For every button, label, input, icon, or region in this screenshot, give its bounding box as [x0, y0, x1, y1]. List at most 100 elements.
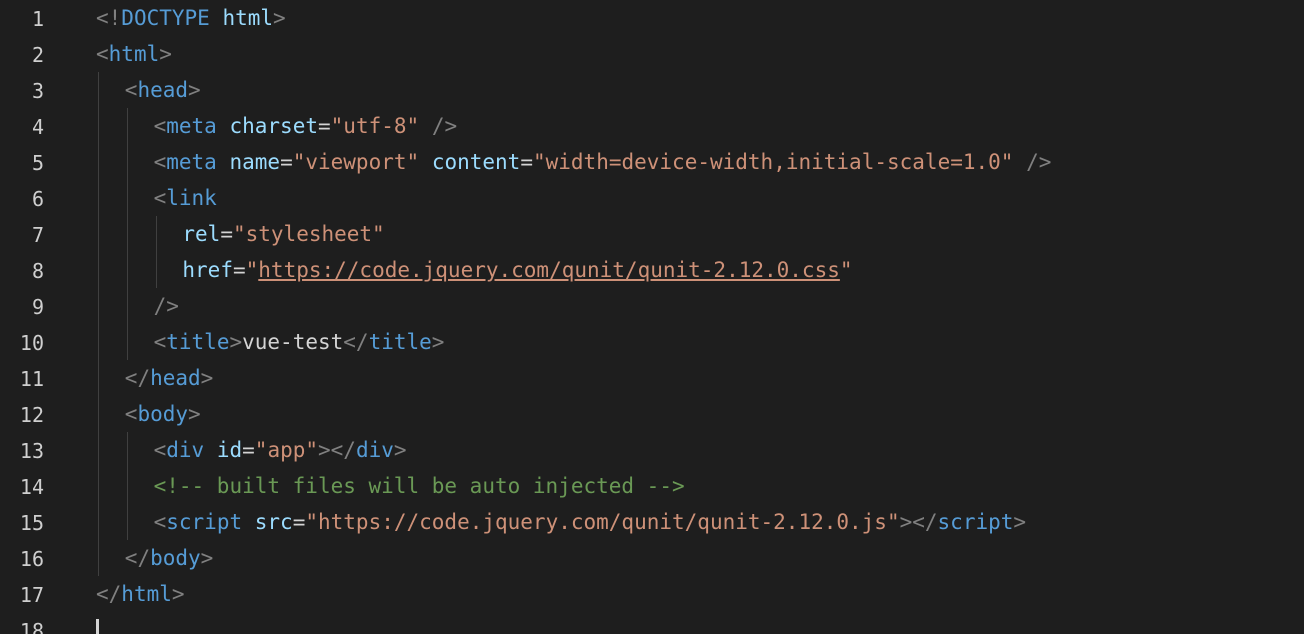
code-token: ></	[318, 438, 356, 462]
code-token: div	[355, 438, 394, 462]
code-line[interactable]: 1 <!DOCTYPE html>	[0, 0, 1304, 36]
code-line[interactable]: 12 <body>	[0, 396, 1304, 432]
code-line[interactable]: 8 href="https://code.jquery.com/qunit/qun…	[0, 252, 1304, 288]
code-line[interactable]: 9 />	[0, 288, 1304, 324]
indent-guide	[98, 540, 99, 576]
code-token: </	[96, 582, 122, 606]
code-token: <!	[96, 6, 122, 30]
code-token: <	[153, 114, 167, 138]
indent-guide	[126, 504, 128, 540]
code-token: =	[242, 438, 255, 462]
line-number: 10	[19, 331, 44, 355]
indent-guide	[98, 468, 99, 504]
code-token: <	[153, 510, 167, 534]
code-token: name	[229, 150, 281, 174]
code-line[interactable]: 6 <link	[0, 180, 1304, 216]
line-number: 12	[19, 403, 44, 427]
indent-guide	[155, 216, 157, 252]
code-token: content	[431, 150, 521, 174]
code-token: charset	[229, 114, 318, 138]
code-line[interactable]: 14 <!-- built files will be auto injected…	[0, 468, 1304, 504]
code-token: =	[318, 114, 331, 138]
indent-guide	[98, 432, 99, 468]
code-token: script	[937, 510, 1014, 534]
code-token: ></	[899, 510, 938, 534]
indent-guide	[126, 288, 128, 324]
code-token: >	[1013, 510, 1027, 534]
line-number: 1	[31, 7, 44, 31]
code-token: meta	[166, 114, 217, 138]
code-token: >	[159, 42, 172, 66]
indent-guide	[98, 288, 99, 324]
code-line[interactable]: 7 rel="stylesheet"	[0, 216, 1304, 252]
indent-guide	[98, 72, 99, 108]
indent-guide	[126, 108, 128, 144]
code-line[interactable]: 15 <script src="https://code.jquery.com/q…	[0, 504, 1304, 540]
code-editor[interactable]: 1 <!DOCTYPE html> 2 <html> 3 <head> 4 <meta cha…	[0, 0, 1304, 634]
code-token: "viewport"	[292, 150, 420, 174]
code-token: </	[343, 330, 369, 354]
code-token: >	[229, 330, 243, 354]
code-token: <	[153, 150, 167, 174]
indent-guide	[98, 180, 99, 216]
indent-guide	[98, 252, 99, 288]
code-text: href="https://code.jquery.com/qunit/quni…	[182, 256, 852, 284]
indent-guide	[98, 396, 99, 432]
code-token: />	[153, 294, 179, 318]
line-number: 18	[19, 619, 44, 634]
code-token: DOCTYPE	[121, 6, 210, 30]
code-line[interactable]: 5 <meta name="viewport" content="width=de…	[0, 144, 1304, 180]
code-line[interactable]: 16 </body>	[0, 540, 1304, 576]
code-token: "app"	[254, 438, 319, 462]
code-token: id	[216, 438, 243, 462]
code-token: html	[108, 42, 160, 66]
code-token: >	[431, 330, 445, 354]
code-token: src	[254, 510, 293, 534]
code-line[interactable]: 3 <head>	[0, 72, 1304, 108]
code-token: >	[273, 6, 286, 30]
code-token: >	[200, 546, 214, 570]
line-number: 16	[19, 547, 44, 571]
code-text: <div id="app"></div>	[154, 436, 407, 464]
code-text: rel="stylesheet"	[182, 220, 384, 248]
code-token: title	[368, 330, 432, 354]
code-text: <!DOCTYPE html>	[96, 4, 286, 32]
indent-guide	[126, 144, 128, 180]
indent-guide	[98, 324, 99, 360]
code-line[interactable]: 17 </html>	[0, 576, 1304, 612]
code-text: <meta charset="utf-8" />	[154, 112, 458, 140]
code-token: <	[153, 330, 167, 354]
code-token: >	[188, 78, 201, 102]
code-token: href	[182, 258, 233, 282]
code-line[interactable]: 2 <html>	[0, 36, 1304, 72]
line-number: 7	[31, 223, 44, 247]
line-number: 17	[19, 583, 44, 607]
code-token: <	[124, 402, 138, 426]
code-token: >	[393, 438, 407, 462]
indent-guide	[155, 252, 157, 288]
code-token: =	[292, 510, 306, 534]
indent-guide	[126, 468, 128, 504]
code-line[interactable]: 11 </head>	[0, 360, 1304, 396]
code-token: />	[431, 114, 458, 138]
code-line[interactable]: 4 <meta charset="utf-8" />	[0, 108, 1304, 144]
code-token: >	[188, 402, 201, 426]
code-token: rel	[182, 222, 221, 246]
code-line[interactable]: 18	[0, 612, 1304, 634]
indent-guide	[126, 432, 128, 468]
code-text: <html>	[96, 40, 172, 68]
code-line[interactable]: 10 <title>vue-test</title>	[0, 324, 1304, 360]
code-line[interactable]: 13 <div id="app"></div>	[0, 432, 1304, 468]
code-token: />	[1026, 150, 1052, 174]
code-token: =	[280, 150, 293, 174]
line-number: 15	[19, 511, 44, 535]
line-number: 9	[31, 295, 44, 319]
code-token: >	[171, 582, 185, 606]
code-token: body	[137, 402, 189, 426]
